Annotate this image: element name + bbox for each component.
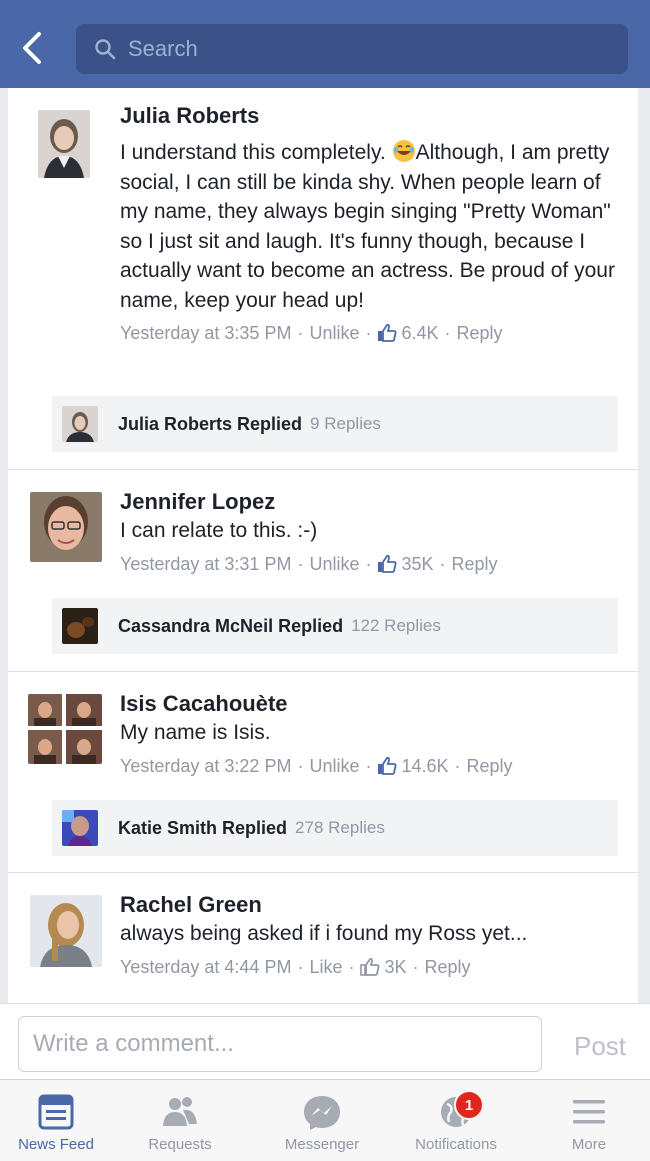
comment-meta: Yesterday at 4:44 PM · Like · 3K · Reply bbox=[120, 953, 622, 981]
chevron-left-icon bbox=[23, 32, 41, 64]
tab-more[interactable]: More bbox=[546, 1080, 632, 1161]
post-button[interactable]: Post bbox=[560, 1024, 640, 1068]
laughing-emoji-icon bbox=[392, 140, 415, 162]
timestamp: Yesterday at 3:35 PM bbox=[120, 323, 292, 343]
comment-item: Jennifer Lopez I can relate to this. :-)… bbox=[8, 470, 638, 672]
timestamp: Yesterday at 3:22 PM bbox=[120, 755, 292, 776]
reply-count: 9 Replies bbox=[310, 414, 381, 433]
bottom-tab-bar: News Feed Requests Messenger 1 Notificat… bbox=[0, 1079, 650, 1161]
thumbs-up-icon bbox=[378, 323, 397, 342]
reply-count: 278 Replies bbox=[295, 818, 385, 837]
reply-count: 122 Replies bbox=[351, 616, 441, 635]
reply-avatar bbox=[62, 406, 98, 442]
comment-text: My name is Isis. bbox=[120, 721, 271, 744]
reply-summary-row[interactable]: Katie Smith Replied 278 Replies bbox=[52, 800, 618, 856]
top-navigation-bar: Search bbox=[0, 0, 650, 88]
reply-summary-row[interactable]: Julia Roberts Replied 9 Replies bbox=[52, 396, 618, 452]
avatar[interactable] bbox=[38, 110, 90, 178]
tab-notifications[interactable]: 1 Notifications bbox=[398, 1080, 514, 1161]
comment-item: Rachel Green always being asked if i fou… bbox=[8, 873, 638, 1003]
tab-messenger[interactable]: Messenger bbox=[270, 1080, 374, 1161]
comment-text-part: I understand this completely. bbox=[120, 141, 392, 164]
timestamp: Yesterday at 3:31 PM bbox=[120, 553, 292, 574]
reply-button[interactable]: Reply bbox=[452, 550, 498, 578]
reply-button[interactable]: Reply bbox=[467, 752, 513, 780]
requests-icon bbox=[163, 1097, 197, 1126]
like-count: 35K bbox=[401, 553, 434, 574]
reply-summary-row[interactable]: Cassandra McNeil Replied 122 Replies bbox=[52, 598, 618, 654]
commenter-name[interactable]: Rachel Green bbox=[120, 891, 622, 919]
tab-label: Requests bbox=[148, 1136, 212, 1153]
commenter-name[interactable]: Jennifer Lopez bbox=[120, 488, 622, 516]
comment-text: I can relate to this. :-) bbox=[120, 519, 318, 542]
commenter-name[interactable]: Isis Cacahouète bbox=[120, 690, 622, 718]
like-count: 14.6K bbox=[401, 755, 449, 776]
tab-label: Messenger bbox=[284, 1136, 360, 1153]
comment-item: Julia Roberts I understand this complete… bbox=[8, 88, 638, 470]
replied-label: Replied bbox=[222, 817, 288, 838]
reply-author-name: Katie Smith bbox=[118, 817, 218, 838]
comment-item: Isis Cacahouète My name is Isis. Yesterd… bbox=[8, 672, 638, 873]
thumbs-up-icon bbox=[378, 756, 397, 775]
like-count: 6.4K bbox=[401, 323, 439, 343]
thumbs-up-icon bbox=[378, 554, 397, 573]
commenter-name[interactable]: Julia Roberts bbox=[120, 102, 622, 130]
comment-composer: Post bbox=[0, 1003, 650, 1079]
comment-meta: Yesterday at 3:31 PM · Unlike · 35K · Re… bbox=[120, 550, 622, 578]
tab-news-feed[interactable]: News Feed bbox=[0, 1080, 112, 1161]
unlike-button[interactable]: Unlike bbox=[309, 550, 359, 578]
comment-input[interactable] bbox=[18, 1016, 542, 1072]
back-button[interactable] bbox=[12, 26, 52, 70]
unlike-button[interactable]: Unlike bbox=[309, 319, 359, 347]
comment-text: always being asked if i found my Ross ye… bbox=[120, 922, 528, 945]
reply-author-name: Julia Roberts bbox=[118, 413, 233, 434]
replied-label: Replied bbox=[237, 413, 303, 434]
tab-label: News Feed bbox=[18, 1136, 94, 1153]
reply-button[interactable]: Reply bbox=[425, 953, 471, 981]
comment-meta: Yesterday at 3:22 PM · Unlike · 14.6K · … bbox=[120, 752, 622, 780]
tab-requests[interactable]: Requests bbox=[130, 1080, 230, 1161]
messenger-icon bbox=[304, 1096, 340, 1130]
reply-author-name: Cassandra McNeil bbox=[118, 615, 274, 636]
search-icon bbox=[95, 39, 116, 60]
reply-avatar bbox=[62, 608, 98, 644]
timestamp: Yesterday at 4:44 PM bbox=[120, 956, 292, 977]
reply-avatar bbox=[62, 810, 98, 846]
search-placeholder: Search bbox=[128, 36, 198, 61]
comment-text-part: Although, I am pretty social, I can stil… bbox=[120, 141, 615, 312]
replied-label: Replied bbox=[278, 615, 344, 636]
comment-meta: Yesterday at 3:35 PM · Unlike · 6.4K · R… bbox=[120, 319, 622, 347]
avatar[interactable] bbox=[30, 492, 102, 562]
reply-button[interactable]: Reply bbox=[457, 319, 503, 347]
avatar[interactable] bbox=[30, 895, 102, 967]
more-icon bbox=[573, 1100, 605, 1124]
news-feed-icon bbox=[38, 1094, 74, 1130]
comment-text: I understand this completely. Although, … bbox=[120, 138, 622, 315]
comments-list: Julia Roberts I understand this complete… bbox=[8, 88, 638, 1003]
unlike-button[interactable]: Unlike bbox=[309, 752, 359, 780]
tab-label: More bbox=[571, 1136, 607, 1153]
like-button[interactable]: Like bbox=[309, 953, 342, 981]
avatar[interactable] bbox=[28, 694, 102, 764]
tab-label: Notifications bbox=[415, 1136, 497, 1153]
notification-badge: 1 bbox=[454, 1090, 484, 1120]
thumbs-up-icon bbox=[360, 957, 380, 976]
like-count: 3K bbox=[384, 956, 407, 977]
search-input[interactable]: Search bbox=[76, 24, 628, 74]
